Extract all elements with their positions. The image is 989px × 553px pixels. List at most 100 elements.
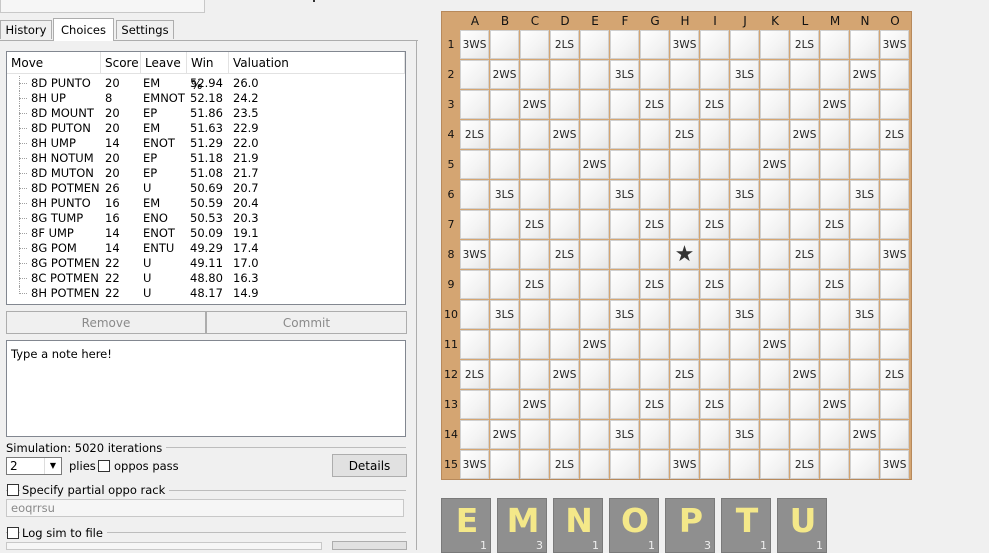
board-square[interactable] xyxy=(880,420,909,449)
board-square[interactable]: 3LS xyxy=(850,300,879,329)
table-row[interactable]: 8D POTMEN 26 U 50.69 20.7 xyxy=(7,181,405,196)
board-square[interactable] xyxy=(550,330,579,359)
board-square[interactable]: 3LS xyxy=(730,60,759,89)
board-square[interactable]: 3LS xyxy=(730,180,759,209)
board-square[interactable] xyxy=(820,60,849,89)
board-square[interactable]: 2LS xyxy=(670,120,699,149)
chevron-down-icon[interactable]: ▼ xyxy=(44,458,61,474)
board-square[interactable] xyxy=(550,150,579,179)
board-square[interactable]: 2LS xyxy=(700,210,729,239)
board-square[interactable] xyxy=(580,210,609,239)
board-square[interactable]: 3WS xyxy=(670,30,699,59)
board-square[interactable]: 3LS xyxy=(490,300,519,329)
board-square[interactable] xyxy=(640,360,669,389)
board-square[interactable]: 3WS xyxy=(460,30,489,59)
board-square[interactable] xyxy=(550,390,579,419)
board-square[interactable] xyxy=(730,330,759,359)
board-square[interactable] xyxy=(670,180,699,209)
board-square[interactable] xyxy=(550,90,579,119)
table-row[interactable]: 8H UMP 14 ENOT 51.29 22.0 xyxy=(7,136,405,151)
rack-tile[interactable]: E1 xyxy=(441,498,491,553)
board-square[interactable]: 2WS xyxy=(520,390,549,419)
partial-rack-checkbox[interactable] xyxy=(7,484,19,496)
rack-tile[interactable]: O1 xyxy=(609,498,659,553)
board-square[interactable] xyxy=(610,360,639,389)
board-square[interactable] xyxy=(670,270,699,299)
board-square[interactable]: 3LS xyxy=(490,180,519,209)
column-header-score[interactable]: Score xyxy=(101,52,141,74)
board-square[interactable] xyxy=(520,60,549,89)
board-square[interactable]: 3WS xyxy=(460,240,489,269)
board-square[interactable] xyxy=(820,450,849,479)
table-row[interactable]: 8H NOTUM 20 EP 51.18 21.9 xyxy=(7,151,405,166)
column-header-move[interactable]: Move xyxy=(7,52,101,74)
oppos-pass-checkbox[interactable] xyxy=(98,460,110,472)
board-square[interactable] xyxy=(490,90,519,119)
board-square[interactable]: 2LS xyxy=(790,450,819,479)
board-square[interactable] xyxy=(490,30,519,59)
board-square[interactable] xyxy=(880,330,909,359)
board-square[interactable] xyxy=(850,90,879,119)
board-square[interactable]: 3WS xyxy=(670,450,699,479)
board-square[interactable] xyxy=(880,300,909,329)
table-row[interactable]: 8D PUNTO 20 EM 52.94 26.0 xyxy=(7,76,405,91)
board-square[interactable] xyxy=(610,90,639,119)
board-square[interactable]: 3LS xyxy=(730,300,759,329)
board-square[interactable] xyxy=(490,270,519,299)
board-square[interactable]: 2LS xyxy=(640,390,669,419)
board-square[interactable] xyxy=(760,30,789,59)
board-square[interactable] xyxy=(790,90,819,119)
board-square[interactable] xyxy=(460,390,489,419)
board-square[interactable]: 2LS xyxy=(640,270,669,299)
board-square[interactable] xyxy=(580,60,609,89)
board-square[interactable]: 2WS xyxy=(790,360,819,389)
board-square[interactable] xyxy=(820,420,849,449)
column-header-valuation[interactable]: Valuation xyxy=(229,52,405,74)
board-square[interactable] xyxy=(760,210,789,239)
board-square[interactable] xyxy=(850,120,879,149)
table-row[interactable]: 8C POTMEN 22 U 48.80 16.3 xyxy=(7,271,405,286)
board-square[interactable] xyxy=(850,450,879,479)
board-square[interactable] xyxy=(640,240,669,269)
board-square[interactable]: 2WS xyxy=(550,360,579,389)
board-square[interactable] xyxy=(670,150,699,179)
rack-tile[interactable]: T1 xyxy=(721,498,771,553)
board-square[interactable] xyxy=(760,180,789,209)
board-square[interactable]: 2LS xyxy=(700,390,729,419)
log-file-input[interactable] xyxy=(6,542,322,550)
board-square[interactable] xyxy=(700,30,729,59)
board-square[interactable] xyxy=(730,30,759,59)
board-square[interactable]: 3WS xyxy=(880,30,909,59)
board-square[interactable] xyxy=(760,450,789,479)
plies-select[interactable]: 2 ▼ xyxy=(6,457,62,475)
board-square[interactable] xyxy=(460,210,489,239)
board-square[interactable]: 2LS xyxy=(460,360,489,389)
board-square[interactable]: 2LS xyxy=(670,360,699,389)
board-square[interactable]: 2WS xyxy=(850,60,879,89)
board-square[interactable] xyxy=(730,390,759,419)
board-square[interactable] xyxy=(610,240,639,269)
board-square[interactable] xyxy=(520,330,549,359)
board-square[interactable]: 2WS xyxy=(820,90,849,119)
board-square[interactable]: 3WS xyxy=(460,450,489,479)
board-square[interactable] xyxy=(850,330,879,359)
board-square[interactable] xyxy=(790,300,819,329)
board-square[interactable] xyxy=(610,270,639,299)
board-square[interactable] xyxy=(610,150,639,179)
table-row[interactable]: 8D MOUNT 20 EP 51.86 23.5 xyxy=(7,106,405,121)
moves-list[interactable]: Move Score Leave Win % Valuation 8D PUNT… xyxy=(6,51,406,305)
board-square[interactable] xyxy=(580,120,609,149)
board-square[interactable] xyxy=(700,150,729,179)
board-square[interactable]: 3WS xyxy=(880,240,909,269)
board-square[interactable]: 2LS xyxy=(550,450,579,479)
details-button[interactable]: Details xyxy=(332,454,407,477)
board-square[interactable] xyxy=(520,120,549,149)
board-square[interactable] xyxy=(520,180,549,209)
board-square[interactable] xyxy=(670,300,699,329)
board-square[interactable] xyxy=(610,450,639,479)
board-square[interactable] xyxy=(790,60,819,89)
board-square[interactable] xyxy=(490,150,519,179)
rack-tile[interactable]: U1 xyxy=(777,498,827,553)
board-square[interactable] xyxy=(550,180,579,209)
board-square[interactable] xyxy=(700,60,729,89)
